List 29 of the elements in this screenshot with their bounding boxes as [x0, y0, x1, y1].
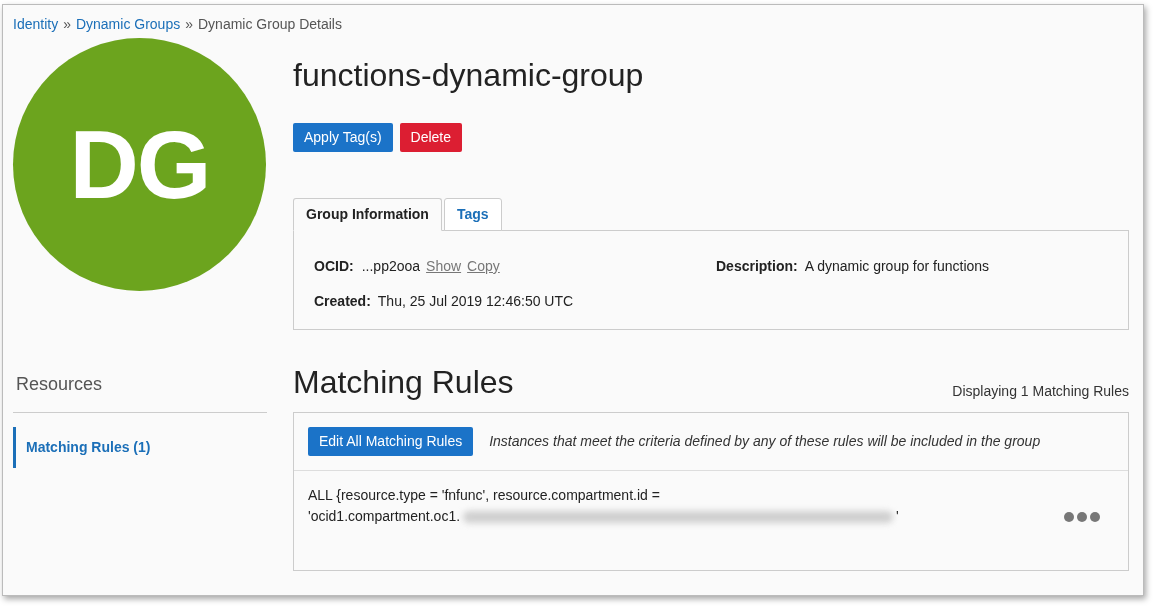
action-button[interactable]: Delete	[399, 123, 463, 152]
tab[interactable]: Group Information	[293, 198, 442, 231]
breadcrumb-separator: »	[185, 14, 193, 34]
description-value: A dynamic group for functions	[804, 257, 990, 276]
text-link[interactable]: Show	[426, 256, 462, 277]
action-button[interactable]: Apply Tag(s)	[293, 123, 393, 152]
rules-count: Displaying 1 Matching Rules	[952, 382, 1129, 401]
breadcrumb-link[interactable]: Dynamic Groups	[75, 13, 181, 35]
rule-text: 'ocid1.compartment.oc1.	[308, 507, 461, 526]
breadcrumb-separator: »	[63, 14, 71, 34]
breadcrumb-link[interactable]: Identity	[13, 13, 59, 35]
tab[interactable]: Tags	[443, 198, 502, 231]
field-label: Description:	[716, 257, 798, 276]
ocid-value: ...pp2ooa	[361, 257, 421, 276]
more-actions-icon[interactable]	[1064, 512, 1100, 522]
page-title: functions-dynamic-group	[293, 56, 645, 95]
text-link[interactable]: Copy	[467, 256, 500, 277]
sidebar-item[interactable]: Matching Rules (1)	[13, 427, 267, 468]
avatar-initials: DG	[69, 109, 210, 220]
field-label: Created:	[314, 292, 371, 311]
rule-text: '	[896, 507, 899, 526]
field-label: OCID:	[314, 257, 354, 276]
rules-hint: Instances that meet the criteria defined by any of these rules will be included in the group	[489, 432, 1041, 451]
breadcrumb-current: Dynamic Group Details	[198, 14, 342, 34]
edit-rules-button[interactable]: Edit All Matching Rules	[308, 427, 474, 456]
section-heading: Matching Rules	[293, 363, 514, 402]
rule-text: ALL {resource.type = 'fnfunc', resource.compartment.id =	[308, 486, 661, 505]
sidebar-heading: Resources	[13, 371, 267, 413]
created-value: Thu, 25 Jul 2019 12:46:50 UTC	[377, 292, 574, 311]
